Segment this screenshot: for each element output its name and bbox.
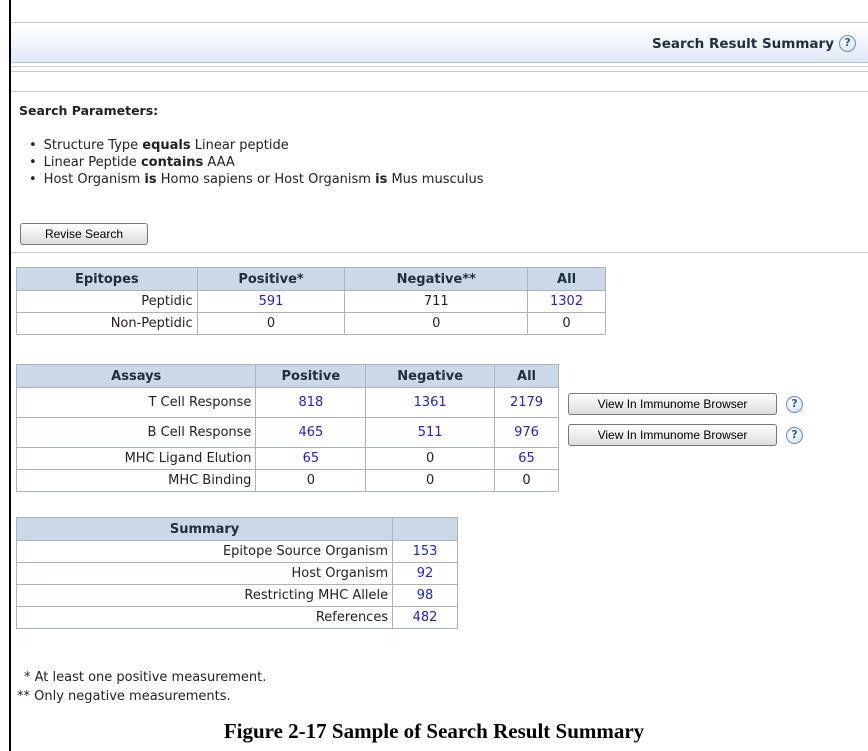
row-label: Host Organism — [15, 562, 394, 585]
negative-count-link[interactable]: 511 — [365, 417, 496, 448]
row-label: MHC Ligand Elution — [15, 447, 257, 470]
divider — [11, 252, 868, 253]
divider — [11, 71, 868, 72]
footnote-negative: ** Only negative measurements. — [17, 689, 231, 704]
table-row: Restricting MHC Allele 98 — [15, 584, 458, 607]
header-title-group: Search Result Summary ? — [652, 35, 856, 52]
row-label: B Cell Response — [15, 417, 257, 448]
positive-count-link[interactable]: 465 — [255, 417, 367, 448]
positive-count-link[interactable]: 818 — [255, 387, 367, 418]
table-row: Epitope Source Organism 153 — [15, 540, 458, 563]
col-header: Positive — [255, 364, 367, 388]
col-header: Negative** — [344, 267, 529, 291]
t-cell-browser-group: View In Immunome Browser ? — [568, 393, 803, 415]
help-icon[interactable]: ? — [786, 395, 803, 413]
negative-count: 0 — [365, 447, 496, 470]
negative-count: 0 — [344, 312, 529, 335]
figure-caption: Figure 2-17 Sample of Search Result Summ… — [223, 719, 645, 743]
all-count-link[interactable]: 2179 — [494, 387, 559, 418]
footnote-positive: * At least one positive measurement. — [24, 670, 267, 685]
divider — [11, 66, 868, 67]
table-row: MHC Ligand Elution 65 0 65 — [15, 447, 559, 470]
summary-count-link[interactable]: 153 — [392, 540, 458, 563]
epitopes-table: Epitopes Positive* Negative** All Peptid… — [16, 267, 606, 335]
col-header: Assays — [15, 364, 257, 388]
top-divider — [11, 22, 868, 23]
all-count-link[interactable]: 976 — [494, 417, 559, 448]
row-label: T Cell Response — [15, 387, 257, 418]
param-item: Host Organism is Homo sapiens or Host Or… — [29, 171, 484, 188]
row-label: MHC Binding — [15, 469, 257, 492]
table-row: Host Organism 92 — [15, 562, 458, 585]
row-label: References — [15, 606, 394, 629]
negative-count: 0 — [365, 469, 496, 492]
help-icon[interactable]: ? — [839, 35, 856, 52]
row-label: Non-Peptidic — [16, 312, 198, 335]
col-header: Summary — [15, 517, 394, 541]
help-icon[interactable]: ? — [786, 426, 803, 444]
table-row: Peptidic 591 711 1302 — [16, 290, 606, 313]
divider — [11, 91, 868, 92]
search-params-list: Structure Type equals Linear peptide Lin… — [29, 137, 484, 188]
negative-count-link[interactable]: 1361 — [365, 387, 496, 418]
table-row: T Cell Response 818 1361 2179 — [15, 387, 559, 418]
positive-count-link[interactable]: 591 — [196, 290, 346, 313]
col-header: All — [527, 267, 606, 291]
row-label: Restricting MHC Allele — [15, 584, 394, 607]
search-params-label: Search Parameters: — [19, 103, 159, 118]
all-count-link[interactable]: 1302 — [527, 290, 606, 313]
table-row: Non-Peptidic 0 0 0 — [16, 312, 606, 335]
summary-count-link[interactable]: 482 — [392, 606, 458, 629]
col-header: All — [494, 364, 559, 388]
view-immunome-browser-button[interactable]: View In Immunome Browser — [568, 393, 777, 415]
col-header: Negative — [365, 364, 496, 388]
assays-table: Assays Positive Negative All T Cell Resp… — [15, 364, 559, 492]
view-immunome-browser-button[interactable]: View In Immunome Browser — [568, 424, 777, 446]
all-count: 0 — [494, 469, 559, 492]
positive-count: 0 — [255, 469, 367, 492]
row-label: Epitope Source Organism — [15, 540, 394, 563]
table-row: MHC Binding 0 0 0 — [15, 469, 559, 492]
all-count: 0 — [527, 312, 606, 335]
summary-count-link[interactable]: 98 — [392, 584, 458, 607]
page-title: Search Result Summary — [652, 35, 834, 52]
row-label: Peptidic — [16, 290, 198, 313]
summary-table: Summary Epitope Source Organism 153 Host… — [15, 517, 458, 629]
col-header — [392, 517, 458, 541]
table-row: References 482 — [15, 606, 458, 629]
col-header: Epitopes — [16, 267, 198, 291]
table-row: B Cell Response 465 511 976 — [15, 417, 559, 448]
positive-count: 0 — [196, 312, 346, 335]
positive-count-link[interactable]: 65 — [255, 447, 367, 470]
revise-search-button[interactable]: Revise Search — [20, 223, 148, 245]
summary-count-link[interactable]: 92 — [392, 562, 458, 585]
param-item: Linear Peptide contains AAA — [29, 154, 484, 171]
all-count-link[interactable]: 65 — [494, 447, 559, 470]
col-header: Positive* — [196, 267, 346, 291]
b-cell-browser-group: View In Immunome Browser ? — [568, 424, 803, 446]
negative-count: 711 — [344, 290, 529, 313]
param-item: Structure Type equals Linear peptide — [29, 137, 484, 154]
